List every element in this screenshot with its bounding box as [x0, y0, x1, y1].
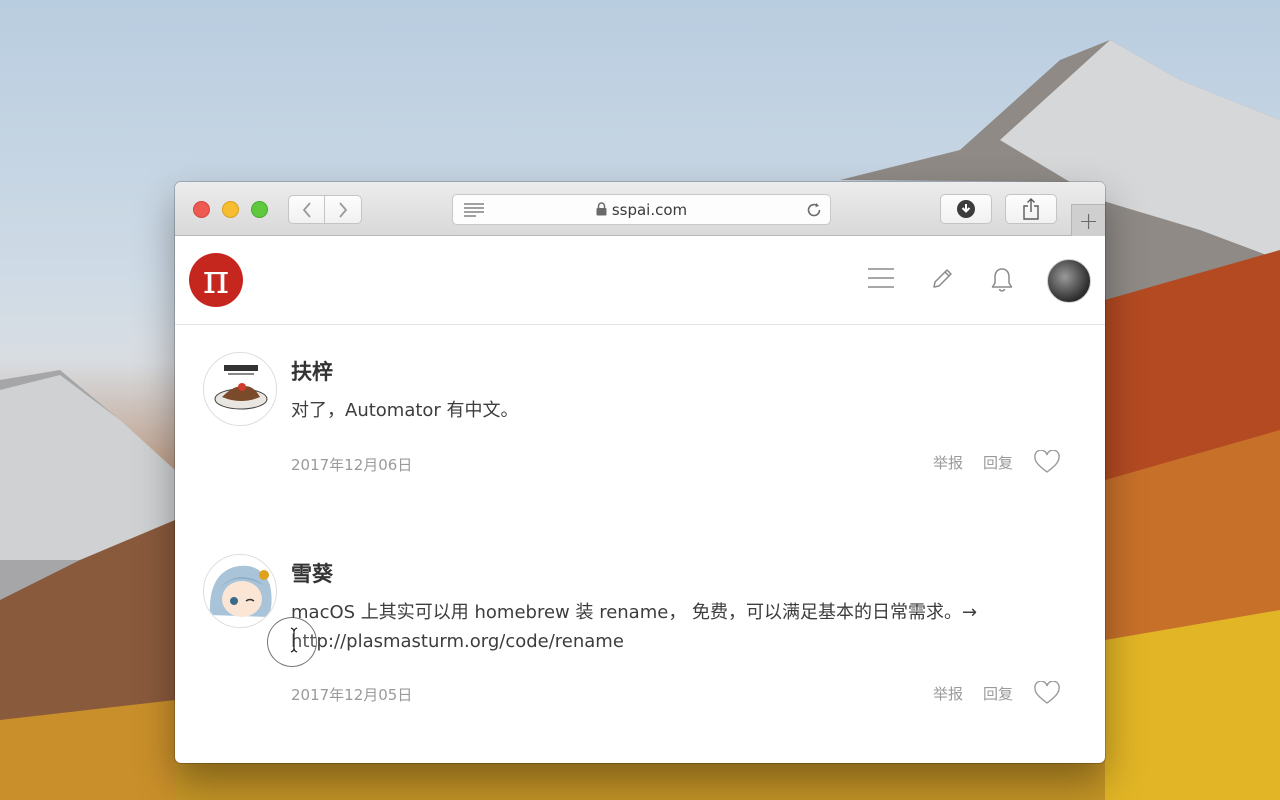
anime-character-icon: [204, 555, 276, 627]
comment-author[interactable]: 雪葵: [291, 558, 333, 588]
close-window-button[interactable]: [193, 201, 210, 218]
bell-icon[interactable]: [990, 267, 1014, 293]
comment-author[interactable]: 扶梓: [291, 356, 333, 386]
lock-icon: [596, 202, 607, 216]
site-logo[interactable]: π: [189, 253, 243, 307]
back-button[interactable]: [288, 195, 325, 224]
comment-text: 对了，Automator 有中文。: [291, 400, 519, 421]
report-button[interactable]: 举报: [933, 452, 963, 473]
reload-icon[interactable]: [805, 201, 823, 219]
comment-date: 2017年12月05日: [291, 686, 413, 704]
chevron-right-icon: [339, 201, 348, 218]
new-tab-button[interactable]: +: [1071, 204, 1105, 236]
address-bar[interactable]: sspai.com: [452, 194, 831, 225]
url-display: sspai.com: [453, 201, 830, 219]
downloads-button[interactable]: [940, 194, 992, 224]
share-icon: [1023, 198, 1039, 220]
reply-button[interactable]: 回复: [983, 683, 1013, 704]
chevron-left-icon: [302, 201, 311, 218]
dish-illustration-icon: [204, 353, 276, 425]
forward-button[interactable]: [325, 195, 362, 224]
share-button[interactable]: [1005, 194, 1057, 224]
comment-actions: 举报 回复: [933, 681, 1061, 705]
comment-date: 2017年12月06日: [291, 456, 413, 474]
commenter-avatar[interactable]: [203, 352, 277, 426]
user-avatar[interactable]: [1047, 259, 1091, 303]
comment-actions: 举报 回复: [933, 450, 1061, 474]
pencil-icon[interactable]: [930, 267, 954, 291]
url-text: sspai.com: [611, 201, 688, 219]
browser-window: sspai.com + π 扶梓 对了，Automator 有中文。 2017年…: [175, 182, 1105, 763]
report-button[interactable]: 举报: [933, 683, 963, 704]
heart-icon[interactable]: [1033, 450, 1061, 474]
download-icon: [957, 200, 975, 218]
logo-glyph: π: [202, 257, 230, 303]
reply-button[interactable]: 回复: [983, 452, 1013, 473]
site-header: π: [175, 237, 1105, 325]
comment-text: macOS 上其实可以用 homebrew 装 rename， 免费，可以满足基…: [291, 602, 978, 652]
zoom-window-button[interactable]: [251, 201, 268, 218]
menu-icon[interactable]: [867, 267, 895, 289]
heart-icon[interactable]: [1033, 681, 1061, 705]
commenter-avatar[interactable]: [203, 554, 277, 628]
browser-toolbar: sspai.com +: [175, 182, 1105, 236]
plus-icon: +: [1078, 206, 1099, 235]
minimize-window-button[interactable]: [222, 201, 239, 218]
